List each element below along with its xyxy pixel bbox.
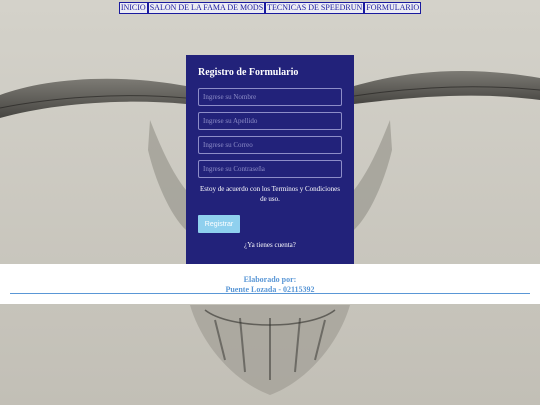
terms-text: Estoy de acuerdo con los Terminos y Cond… [200, 185, 340, 203]
footer-divider [10, 293, 530, 294]
footer-credits: Elaborado por: Puente Lozada - 02115392 [0, 264, 540, 295]
nav-link-tecnicas-speedrun[interactable]: TECNICAS DE SPEEDRUN [265, 2, 365, 14]
nav-link-formulario[interactable]: FORMULARIO [364, 2, 422, 14]
login-link[interactable]: ¿Ya tienes cuenta? [198, 241, 342, 249]
password-input[interactable] [198, 160, 342, 178]
top-navigation: INICIO SALON DE LA FAMA DE MODS TECNICAS… [0, 2, 540, 14]
name-input[interactable] [198, 88, 342, 106]
registration-form-card: Registro de Formulario Estoy de acuerdo … [186, 55, 354, 264]
register-button[interactable]: Registrar [198, 215, 240, 233]
email-input[interactable] [198, 136, 342, 154]
nav-link-inicio[interactable]: INICIO [118, 2, 148, 14]
footer: Elaborado por: Puente Lozada - 02115392 [0, 264, 540, 304]
form-title: Registro de Formulario [198, 67, 299, 78]
footer-credit-label: Elaborado por: [243, 275, 297, 284]
nav-link-salon-de-la-fama[interactable]: SALON DE LA FAMA DE MODS [147, 2, 266, 14]
surname-input[interactable] [198, 112, 342, 130]
